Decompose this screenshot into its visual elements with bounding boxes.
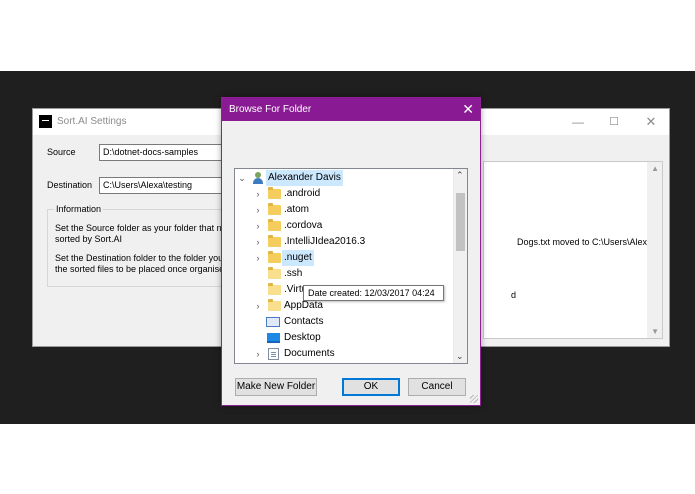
folder-icon bbox=[268, 203, 281, 215]
scroll-up-icon[interactable]: ⌃ bbox=[456, 170, 464, 181]
maximize-button[interactable]: ☐ bbox=[599, 112, 629, 132]
chevron-right-icon[interactable]: › bbox=[253, 250, 263, 266]
tree-item-label: Alexander Davis bbox=[266, 170, 343, 186]
information-groupbox: Information Set the Source folder as you… bbox=[47, 204, 227, 287]
tree-item-label: .android bbox=[284, 188, 321, 199]
tree-item-label: Contacts bbox=[284, 316, 324, 327]
tree-item-label: .atom bbox=[284, 204, 310, 215]
close-button[interactable]: ✕ bbox=[636, 112, 666, 132]
scrollbar-thumb[interactable] bbox=[456, 193, 465, 251]
info-text-line: Set the Source folder as your folder tha… bbox=[55, 223, 225, 233]
documents-icon bbox=[268, 348, 279, 360]
dialog-title: Browse For Folder bbox=[229, 104, 312, 115]
log-line: d bbox=[511, 290, 517, 300]
folder-icon bbox=[268, 187, 281, 199]
dialog-titlebar[interactable]: Browse For Folder ✕ bbox=[222, 98, 480, 121]
folder-tree[interactable]: ⌄ Alexander Davis › .android › .atom › .… bbox=[234, 168, 468, 364]
log-scrollbar[interactable]: ▲ ▼ bbox=[647, 162, 662, 338]
tree-scrollbar[interactable]: ⌃ ⌄ bbox=[453, 169, 467, 363]
cancel-button[interactable]: Cancel bbox=[408, 378, 466, 396]
tree-item-documents[interactable]: › Documents bbox=[235, 346, 455, 362]
folder-icon bbox=[268, 235, 281, 247]
chevron-down-icon[interactable]: ⌄ bbox=[237, 170, 247, 186]
folder-icon bbox=[268, 267, 281, 279]
ok-button[interactable]: OK bbox=[342, 378, 400, 396]
tree-item-contacts[interactable]: Contacts bbox=[235, 314, 455, 330]
settings-window-title: Sort.AI Settings bbox=[57, 116, 127, 127]
tree-item-ssh[interactable]: .ssh bbox=[235, 266, 455, 282]
folder-icon bbox=[268, 299, 281, 311]
chevron-right-icon[interactable]: › bbox=[253, 218, 263, 234]
tree-item-android[interactable]: › .android bbox=[235, 186, 455, 202]
minimize-button[interactable]: — bbox=[563, 112, 593, 132]
destination-input[interactable]: C:\Users\Alexa\testing bbox=[99, 177, 239, 194]
folder-icon bbox=[268, 283, 281, 295]
contacts-icon bbox=[266, 317, 280, 327]
make-new-folder-button[interactable]: Make New Folder bbox=[235, 378, 317, 396]
chevron-right-icon[interactable]: › bbox=[253, 234, 263, 250]
tree-item-alexander-davis[interactable]: ⌄ Alexander Davis bbox=[235, 170, 455, 186]
scroll-up-icon[interactable]: ▲ bbox=[651, 164, 659, 173]
tree-item-label: .IntelliJIdea2016.3 bbox=[284, 236, 366, 247]
tree-item-label: Desktop bbox=[284, 332, 321, 343]
app-icon bbox=[39, 115, 52, 128]
browse-for-folder-dialog: Browse For Folder ✕ ⌄ Alexander Davis › … bbox=[221, 97, 481, 406]
chevron-right-icon[interactable]: › bbox=[253, 202, 263, 218]
tree-item-nuget[interactable]: › .nuget bbox=[235, 250, 455, 266]
destination-label: Destination bbox=[47, 180, 93, 190]
folder-icon bbox=[268, 251, 281, 263]
tree-item-cordova[interactable]: › .cordova bbox=[235, 218, 455, 234]
chevron-right-icon[interactable]: › bbox=[253, 186, 263, 202]
folder-icon bbox=[268, 219, 281, 231]
info-text-line: Set the Destination folder to the folder… bbox=[55, 253, 225, 263]
resize-grip-icon[interactable] bbox=[470, 395, 478, 403]
information-title: Information bbox=[54, 204, 104, 214]
tree-item-label: .nuget bbox=[282, 250, 314, 266]
tree-item-intellijidea[interactable]: › .IntelliJIdea2016.3 bbox=[235, 234, 455, 250]
date-created-tooltip: Date created: 12/03/2017 04:24 bbox=[303, 285, 444, 301]
info-text-line: the sorted files to be placed once organ… bbox=[55, 264, 225, 274]
tree-item-desktop[interactable]: Desktop bbox=[235, 330, 455, 346]
tree-item-label: .cordova bbox=[284, 220, 323, 231]
chevron-right-icon[interactable]: › bbox=[253, 346, 263, 362]
log-line: Dogs.txt moved to C:\Users\Alexa bbox=[517, 237, 653, 247]
tree-item-label: Documents bbox=[284, 348, 335, 359]
source-label: Source bbox=[47, 147, 76, 157]
user-icon bbox=[252, 172, 264, 184]
scroll-down-icon[interactable]: ▼ bbox=[651, 327, 659, 336]
chevron-right-icon[interactable]: › bbox=[253, 298, 263, 314]
dialog-close-button[interactable]: ✕ bbox=[462, 101, 474, 118]
scroll-down-icon[interactable]: ⌄ bbox=[456, 351, 464, 362]
desktop-icon bbox=[267, 333, 280, 343]
log-textbox[interactable]: Dogs.txt moved to C:\Users\Alexa d ▲ ▼ bbox=[483, 161, 663, 339]
source-input[interactable]: D:\dotnet-docs-samples bbox=[99, 144, 239, 161]
tree-item-atom[interactable]: › .atom bbox=[235, 202, 455, 218]
info-text-line: sorted by Sort.AI bbox=[55, 234, 123, 244]
tree-item-label: .ssh bbox=[284, 268, 303, 279]
